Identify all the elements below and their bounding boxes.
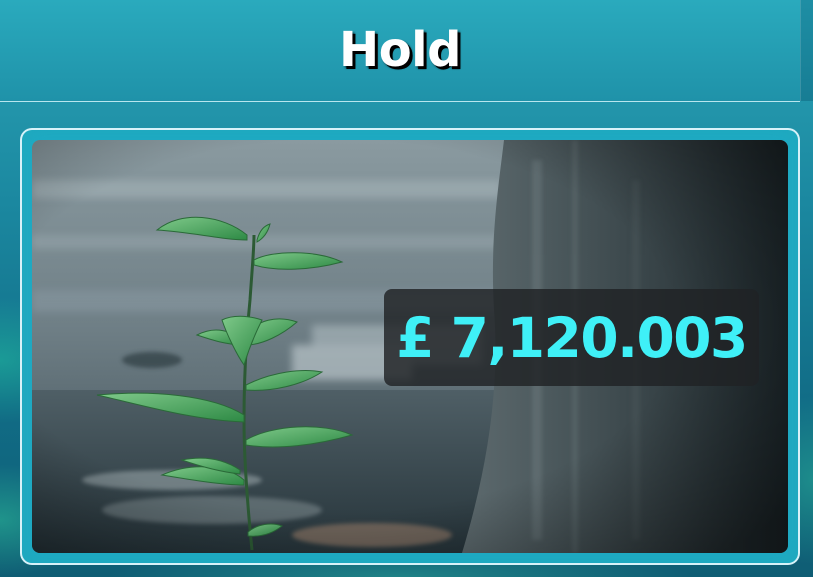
page-title: Hold xyxy=(339,21,461,78)
photo-card[interactable]: £ 7,120.003 xyxy=(20,128,800,565)
page-header: Hold xyxy=(0,0,800,102)
price-badge: £ 7,120.003 xyxy=(384,289,759,386)
price-value: £ 7,120.003 xyxy=(396,305,748,370)
header-edge xyxy=(800,0,813,101)
